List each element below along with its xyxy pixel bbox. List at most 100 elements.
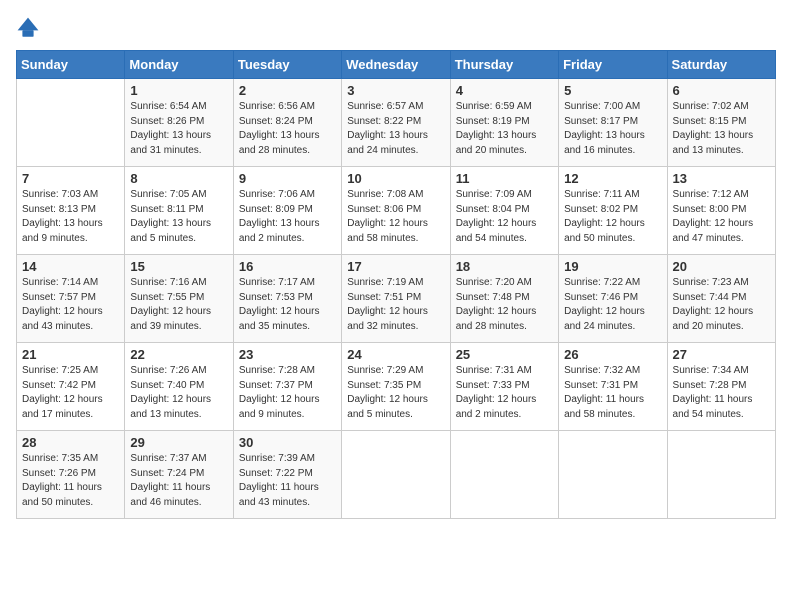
calendar-cell: 24Sunrise: 7:29 AM Sunset: 7:35 PM Dayli…	[342, 343, 450, 431]
calendar-week-1: 1 Sunrise: 6:54 AM Sunset: 8:26 PM Daylig…	[17, 79, 776, 167]
day-number: 13	[673, 171, 770, 186]
day-info: Sunrise: 7:06 AM Sunset: 8:09 PM Dayligh…	[239, 188, 336, 246]
day-info: Sunrise: 7:16 AM Sunset: 7:55 PM Dayligh…	[130, 276, 227, 334]
day-info: Sunrise: 7:12 AM Sunset: 8:00 PM Dayligh…	[673, 188, 770, 246]
calendar-cell: 21Sunrise: 7:25 AM Sunset: 7:42 PM Dayli…	[17, 343, 125, 431]
day-info: Sunrise: 7:17 AM Sunset: 7:53 PM Dayligh…	[239, 276, 336, 334]
day-info: Sunrise: 7:34 AM Sunset: 7:28 PM Dayligh…	[673, 364, 770, 422]
calendar-week-4: 21Sunrise: 7:25 AM Sunset: 7:42 PM Dayli…	[17, 343, 776, 431]
calendar-cell: 5 Sunrise: 7:00 AM Sunset: 8:17 PM Daylig…	[559, 79, 667, 167]
day-info: Sunrise: 7:19 AM Sunset: 7:51 PM Dayligh…	[347, 276, 444, 334]
day-info: Sunrise: 7:25 AM Sunset: 7:42 PM Dayligh…	[22, 364, 119, 422]
calendar-cell: 16 Sunrise: 7:17 AM Sunset: 7:53 PM Dayli…	[233, 255, 341, 343]
day-info: Sunrise: 7:22 AM Sunset: 7:46 PM Dayligh…	[564, 276, 661, 334]
day-info: Sunrise: 7:11 AM Sunset: 8:02 PM Dayligh…	[564, 188, 661, 246]
calendar-cell: 19 Sunrise: 7:22 AM Sunset: 7:46 PM Dayli…	[559, 255, 667, 343]
calendar-cell: 7 Sunrise: 7:03 AM Sunset: 8:13 PM Daylig…	[17, 167, 125, 255]
day-number: 7	[22, 171, 119, 186]
day-number: 8	[130, 171, 227, 186]
day-number: 12	[564, 171, 661, 186]
day-number: 23	[239, 347, 336, 362]
day-number: 18	[456, 259, 553, 274]
day-number: 29	[130, 435, 227, 450]
day-number: 28	[22, 435, 119, 450]
day-info: Sunrise: 6:54 AM Sunset: 8:26 PM Dayligh…	[130, 100, 227, 158]
calendar-cell	[342, 431, 450, 519]
day-info: Sunrise: 7:32 AM Sunset: 7:31 PM Dayligh…	[564, 364, 661, 422]
calendar-cell: 6 Sunrise: 7:02 AM Sunset: 8:15 PM Daylig…	[667, 79, 775, 167]
calendar-cell: 26 Sunrise: 7:32 AM Sunset: 7:31 PM Dayli…	[559, 343, 667, 431]
day-number: 11	[456, 171, 553, 186]
calendar-cell: 9Sunrise: 7:06 AM Sunset: 8:09 PM Daylig…	[233, 167, 341, 255]
day-number: 17	[347, 259, 444, 274]
day-number: 5	[564, 83, 661, 98]
calendar-cell: 22 Sunrise: 7:26 AM Sunset: 7:40 PM Dayli…	[125, 343, 233, 431]
day-info: Sunrise: 7:08 AM Sunset: 8:06 PM Dayligh…	[347, 188, 444, 246]
day-number: 14	[22, 259, 119, 274]
calendar-cell: 8Sunrise: 7:05 AM Sunset: 8:11 PM Daylig…	[125, 167, 233, 255]
calendar-cell: 11 Sunrise: 7:09 AM Sunset: 8:04 PM Dayli…	[450, 167, 558, 255]
page-header	[16, 16, 776, 40]
calendar-header-row: SundayMondayTuesdayWednesdayThursdayFrid…	[17, 51, 776, 79]
header-wednesday: Wednesday	[342, 51, 450, 79]
day-info: Sunrise: 7:31 AM Sunset: 7:33 PM Dayligh…	[456, 364, 553, 422]
calendar-week-3: 14 Sunrise: 7:14 AM Sunset: 7:57 PM Dayli…	[17, 255, 776, 343]
day-number: 6	[673, 83, 770, 98]
header-thursday: Thursday	[450, 51, 558, 79]
calendar-week-5: 28 Sunrise: 7:35 AM Sunset: 7:26 PM Dayli…	[17, 431, 776, 519]
day-number: 20	[673, 259, 770, 274]
logo-icon	[16, 16, 40, 40]
calendar-cell: 20 Sunrise: 7:23 AM Sunset: 7:44 PM Dayli…	[667, 255, 775, 343]
calendar-cell	[559, 431, 667, 519]
calendar-cell: 14 Sunrise: 7:14 AM Sunset: 7:57 PM Dayli…	[17, 255, 125, 343]
calendar-week-2: 7 Sunrise: 7:03 AM Sunset: 8:13 PM Daylig…	[17, 167, 776, 255]
day-info: Sunrise: 7:00 AM Sunset: 8:17 PM Dayligh…	[564, 100, 661, 158]
day-info: Sunrise: 7:35 AM Sunset: 7:26 PM Dayligh…	[22, 452, 119, 510]
calendar-cell: 28 Sunrise: 7:35 AM Sunset: 7:26 PM Dayli…	[17, 431, 125, 519]
header-monday: Monday	[125, 51, 233, 79]
calendar-cell: 12 Sunrise: 7:11 AM Sunset: 8:02 PM Dayli…	[559, 167, 667, 255]
day-info: Sunrise: 7:37 AM Sunset: 7:24 PM Dayligh…	[130, 452, 227, 510]
calendar-cell: 10 Sunrise: 7:08 AM Sunset: 8:06 PM Dayli…	[342, 167, 450, 255]
day-info: Sunrise: 7:26 AM Sunset: 7:40 PM Dayligh…	[130, 364, 227, 422]
day-number: 26	[564, 347, 661, 362]
day-info: Sunrise: 7:39 AM Sunset: 7:22 PM Dayligh…	[239, 452, 336, 510]
calendar-cell: 3 Sunrise: 6:57 AM Sunset: 8:22 PM Daylig…	[342, 79, 450, 167]
day-number: 1	[130, 83, 227, 98]
calendar-cell: 27 Sunrise: 7:34 AM Sunset: 7:28 PM Dayli…	[667, 343, 775, 431]
day-info: Sunrise: 7:14 AM Sunset: 7:57 PM Dayligh…	[22, 276, 119, 334]
calendar-cell: 30 Sunrise: 7:39 AM Sunset: 7:22 PM Dayli…	[233, 431, 341, 519]
day-number: 24	[347, 347, 444, 362]
day-number: 22	[130, 347, 227, 362]
day-number: 27	[673, 347, 770, 362]
calendar-cell: 1 Sunrise: 6:54 AM Sunset: 8:26 PM Daylig…	[125, 79, 233, 167]
calendar-cell: 17 Sunrise: 7:19 AM Sunset: 7:51 PM Dayli…	[342, 255, 450, 343]
calendar-cell: 29 Sunrise: 7:37 AM Sunset: 7:24 PM Dayli…	[125, 431, 233, 519]
day-info: Sunrise: 7:03 AM Sunset: 8:13 PM Dayligh…	[22, 188, 119, 246]
calendar-table: SundayMondayTuesdayWednesdayThursdayFrid…	[16, 50, 776, 519]
day-info: Sunrise: 7:02 AM Sunset: 8:15 PM Dayligh…	[673, 100, 770, 158]
day-number: 10	[347, 171, 444, 186]
header-saturday: Saturday	[667, 51, 775, 79]
day-number: 19	[564, 259, 661, 274]
day-number: 3	[347, 83, 444, 98]
day-info: Sunrise: 7:09 AM Sunset: 8:04 PM Dayligh…	[456, 188, 553, 246]
calendar-cell: 15Sunrise: 7:16 AM Sunset: 7:55 PM Dayli…	[125, 255, 233, 343]
day-info: Sunrise: 7:28 AM Sunset: 7:37 PM Dayligh…	[239, 364, 336, 422]
calendar-cell	[17, 79, 125, 167]
calendar-cell: 18 Sunrise: 7:20 AM Sunset: 7:48 PM Dayli…	[450, 255, 558, 343]
day-info: Sunrise: 6:59 AM Sunset: 8:19 PM Dayligh…	[456, 100, 553, 158]
header-friday: Friday	[559, 51, 667, 79]
day-info: Sunrise: 7:20 AM Sunset: 7:48 PM Dayligh…	[456, 276, 553, 334]
header-tuesday: Tuesday	[233, 51, 341, 79]
day-number: 30	[239, 435, 336, 450]
calendar-cell	[450, 431, 558, 519]
calendar-cell: 4Sunrise: 6:59 AM Sunset: 8:19 PM Daylig…	[450, 79, 558, 167]
day-number: 16	[239, 259, 336, 274]
calendar-cell: 23 Sunrise: 7:28 AM Sunset: 7:37 PM Dayli…	[233, 343, 341, 431]
day-info: Sunrise: 6:57 AM Sunset: 8:22 PM Dayligh…	[347, 100, 444, 158]
calendar-cell: 2Sunrise: 6:56 AM Sunset: 8:24 PM Daylig…	[233, 79, 341, 167]
header-sunday: Sunday	[17, 51, 125, 79]
day-info: Sunrise: 7:23 AM Sunset: 7:44 PM Dayligh…	[673, 276, 770, 334]
day-info: Sunrise: 6:56 AM Sunset: 8:24 PM Dayligh…	[239, 100, 336, 158]
